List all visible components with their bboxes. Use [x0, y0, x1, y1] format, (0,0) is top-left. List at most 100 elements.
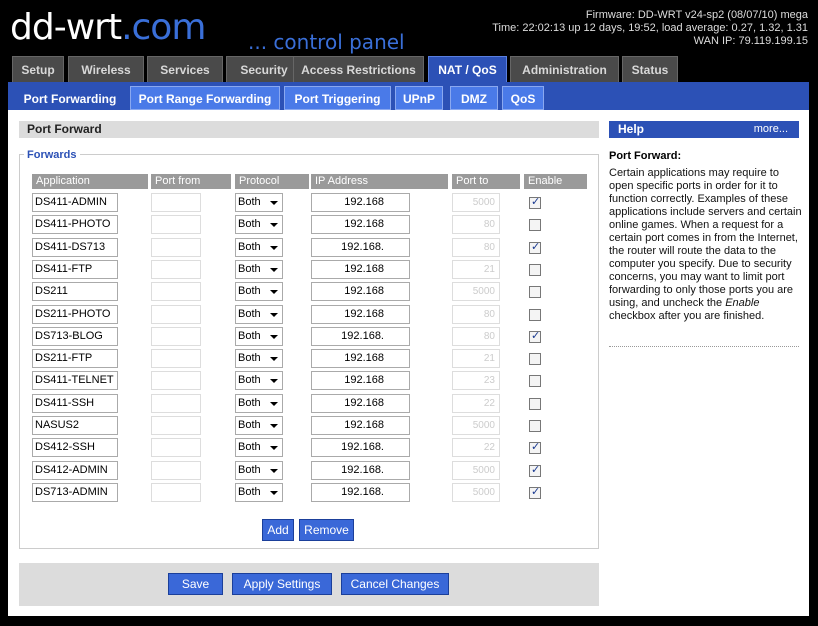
ip-address-input[interactable]: 192.168. [311, 460, 410, 480]
tab-access-restrictions[interactable]: Access Restrictions [293, 56, 424, 82]
protocol-select[interactable]: Both [235, 371, 283, 391]
subtab-port-triggering[interactable]: Port Triggering [284, 86, 391, 110]
port-from-input[interactable] [151, 259, 201, 279]
application-name-input[interactable]: DS713-ADMIN [32, 482, 118, 502]
protocol-select[interactable]: Both [235, 349, 283, 369]
protocol-select[interactable]: Both [235, 438, 283, 458]
application-name-input[interactable]: DS412-ADMIN [32, 460, 118, 480]
port-to-input[interactable]: 5000 [452, 282, 500, 302]
application-name-input[interactable]: DS411-TELNET [32, 371, 118, 391]
port-from-input[interactable] [151, 282, 201, 302]
help-more-link[interactable]: more... [754, 121, 788, 138]
enable-checkbox[interactable] [529, 375, 541, 388]
protocol-select[interactable]: Both [235, 237, 283, 257]
subtab-port-range-forwarding[interactable]: Port Range Forwarding [130, 86, 280, 110]
ip-address-input[interactable]: 192.168 [311, 282, 410, 302]
ip-address-input[interactable]: 192.168 [311, 416, 410, 435]
subtab-port-forwarding[interactable]: Port Forwarding [12, 86, 128, 110]
protocol-select[interactable]: Both [235, 482, 283, 502]
protocol-select[interactable]: Both [235, 215, 283, 235]
tab-status[interactable]: Status [622, 56, 678, 82]
port-to-input[interactable]: 5000 [452, 482, 500, 502]
application-name-input[interactable]: DS411-DS713 [32, 237, 118, 257]
port-to-input[interactable]: 22 [452, 438, 500, 458]
protocol-select[interactable]: Both [235, 416, 283, 435]
port-to-input[interactable]: 5000 [452, 193, 500, 212]
protocol-select[interactable]: Both [235, 304, 283, 324]
port-to-input[interactable]: 80 [452, 326, 500, 346]
enable-checkbox[interactable] [529, 329, 541, 343]
port-from-input[interactable] [151, 304, 201, 324]
tab-security[interactable]: Security [226, 56, 302, 82]
port-from-input[interactable] [151, 371, 201, 391]
port-to-input[interactable]: 22 [452, 393, 500, 413]
enable-checkbox[interactable] [529, 485, 541, 499]
port-from-input[interactable] [151, 460, 201, 480]
protocol-select[interactable]: Both [235, 326, 283, 346]
protocol-select[interactable]: Both [235, 193, 283, 212]
enable-checkbox[interactable] [529, 263, 541, 276]
port-to-input[interactable]: 21 [452, 259, 500, 279]
ip-address-input[interactable]: 192.168. [311, 482, 410, 502]
ip-address-input[interactable]: 192.168 [311, 193, 410, 212]
port-to-input[interactable]: 80 [452, 304, 500, 324]
enable-checkbox[interactable] [529, 240, 541, 254]
ip-address-input[interactable]: 192.168 [311, 393, 410, 413]
enable-checkbox[interactable] [529, 397, 541, 410]
cancel-changes-button[interactable]: Cancel Changes [341, 573, 449, 595]
application-name-input[interactable]: NASUS2 [32, 416, 118, 435]
ip-address-input[interactable]: 192.168 [311, 304, 410, 324]
tab-administration[interactable]: Administration [510, 56, 619, 82]
application-name-input[interactable]: DS411-FTP [32, 259, 118, 279]
enable-checkbox[interactable] [529, 420, 541, 432]
port-to-input[interactable]: 5000 [452, 460, 500, 480]
port-to-input[interactable]: 21 [452, 349, 500, 369]
application-name-input[interactable]: DS411-ADMIN [32, 193, 118, 212]
port-from-input[interactable] [151, 193, 201, 212]
port-from-input[interactable] [151, 349, 201, 369]
port-to-input[interactable]: 80 [452, 215, 500, 235]
application-name-input[interactable]: DS211-FTP [32, 349, 118, 369]
tab-services[interactable]: Services [147, 56, 223, 82]
tab-nat-qos[interactable]: NAT / QoS [428, 56, 507, 84]
application-name-input[interactable]: DS411-PHOTO [32, 215, 118, 235]
dd-wrt-logo[interactable]: dd-wrt.com [10, 8, 206, 48]
remove-button[interactable]: Remove [299, 519, 354, 541]
ip-address-input[interactable]: 192.168 [311, 349, 410, 369]
tab-setup[interactable]: Setup [12, 56, 64, 82]
enable-checkbox[interactable] [529, 219, 541, 232]
subtab-dmz[interactable]: DMZ [450, 86, 498, 110]
ip-address-input[interactable]: 192.168. [311, 438, 410, 458]
subtab-upnp[interactable]: UPnP [395, 86, 443, 110]
application-name-input[interactable]: DS211-PHOTO [32, 304, 118, 324]
enable-checkbox[interactable] [529, 308, 541, 321]
port-from-input[interactable] [151, 326, 201, 346]
port-to-input[interactable]: 23 [452, 371, 500, 391]
port-from-input[interactable] [151, 237, 201, 257]
ip-address-input[interactable]: 192.168. [311, 237, 410, 257]
port-from-input[interactable] [151, 393, 201, 413]
subtab-qos[interactable]: QoS [502, 86, 544, 110]
enable-checkbox[interactable] [529, 286, 541, 299]
application-name-input[interactable]: DS211 [32, 282, 118, 302]
port-from-input[interactable] [151, 438, 201, 458]
tab-wireless[interactable]: Wireless [68, 56, 144, 82]
port-from-input[interactable] [151, 482, 201, 502]
protocol-select[interactable]: Both [235, 393, 283, 413]
add-button[interactable]: Add [262, 519, 294, 541]
apply-settings-button[interactable]: Apply Settings [232, 573, 332, 595]
protocol-select[interactable]: Both [235, 282, 283, 302]
port-to-input[interactable]: 5000 [452, 416, 500, 435]
protocol-select[interactable]: Both [235, 259, 283, 279]
application-name-input[interactable]: DS713-BLOG [32, 326, 118, 346]
port-from-input[interactable] [151, 215, 201, 235]
application-name-input[interactable]: DS411-SSH [32, 393, 118, 413]
enable-checkbox[interactable] [529, 195, 541, 209]
ip-address-input[interactable]: 192.168 [311, 215, 410, 235]
ip-address-input[interactable]: 192.168 [311, 371, 410, 391]
port-from-input[interactable] [151, 416, 201, 435]
protocol-select[interactable]: Both [235, 460, 283, 480]
port-to-input[interactable]: 80 [452, 237, 500, 257]
application-name-input[interactable]: DS412-SSH [32, 438, 118, 458]
enable-checkbox[interactable] [529, 463, 541, 477]
